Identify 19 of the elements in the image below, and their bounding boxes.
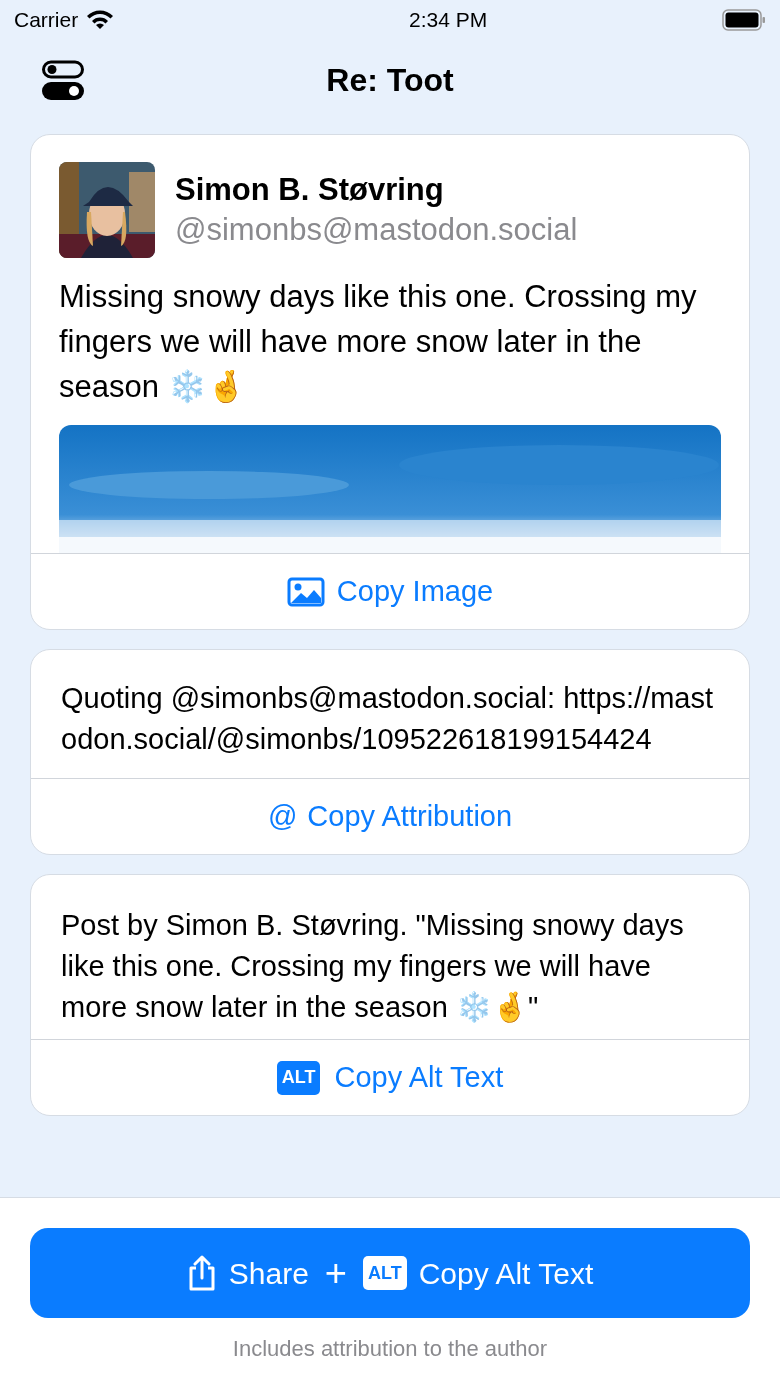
status-time: 2:34 PM (408, 7, 488, 34)
image-icon (286, 576, 325, 607)
post-text: Missing snowy days like this one. Crossing my fingers we will have more snow later in the season ❄🤞 (59, 278, 698, 406)
copy-attribution-button[interactable]: @ Copy Attribution (267, 794, 513, 839)
battery-icon (722, 9, 766, 31)
attribution-text: Quoting @simonbs@mastodon.social: https://mastodon.social/@simonbs/109522618199154424 (60, 681, 715, 757)
author-name: Simon B. Støvring (175, 171, 445, 209)
copy-alt-text-button[interactable]: ALT Copy Alt Text (276, 1055, 504, 1100)
alt-badge: ALT (363, 1256, 407, 1290)
share-copy-alt-text-button[interactable]: Share + ALT Copy Alt Text (30, 1228, 750, 1318)
carrier-label: Carrier (14, 7, 79, 34)
caption: Includes attribution to the author (232, 1335, 548, 1363)
toggle-icon[interactable] (42, 60, 84, 100)
alt-text: Post by Simon B. Støvring. "Missing snowy days like this one. Crossing my fingers we will have more snow later in the season ❄🤞" (61, 908, 685, 1025)
copy-image-button[interactable]: Copy Image (286, 569, 494, 614)
wifi-icon (86, 10, 115, 30)
nav-title: Re: Toot (326, 61, 454, 100)
author-handle: @simonbs@mastodon.social (175, 211, 578, 249)
alt-badge: ALT (276, 1060, 321, 1095)
